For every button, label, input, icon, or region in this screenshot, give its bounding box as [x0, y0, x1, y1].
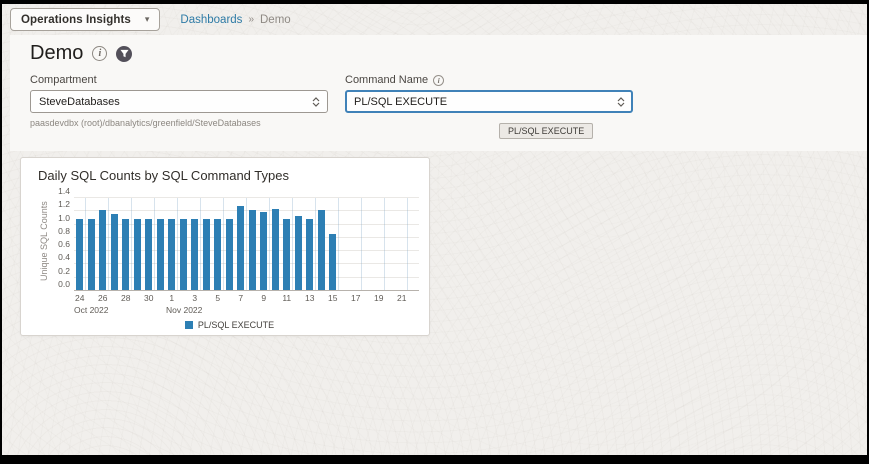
vertical-gridline [200, 198, 201, 290]
daily-sql-counts-chart-card: Daily SQL Counts by SQL Command Types Un… [20, 157, 430, 336]
y-tick-label: 1.0 [58, 213, 70, 223]
filter-icon[interactable] [116, 46, 132, 62]
vertical-gridline [85, 198, 86, 290]
bar-nov-7[interactable] [237, 206, 244, 290]
vertical-gridline [292, 198, 293, 290]
bar-oct-31[interactable] [157, 219, 164, 290]
bar-nov-13[interactable] [306, 219, 313, 290]
x-tick-label: 3 [192, 293, 197, 303]
x-tick-label: 5 [215, 293, 220, 303]
compartment-label: Compartment [30, 74, 328, 86]
vertical-gridline [315, 198, 316, 290]
x-tick-label: 19 [374, 293, 383, 303]
vertical-gridline [384, 198, 385, 290]
vertical-gridline [154, 198, 155, 290]
vertical-gridline [338, 198, 339, 290]
bar-nov-4[interactable] [203, 219, 210, 290]
command-name-info-icon[interactable]: i [433, 75, 444, 86]
chart-plot [74, 198, 419, 291]
vertical-gridline [269, 198, 270, 290]
command-name-tooltip: PL/SQL EXECUTE [499, 123, 593, 139]
x-month-label: Nov 2022 [166, 305, 202, 315]
y-axis-ticks: 0.00.20.40.60.81.01.21.4 [50, 191, 74, 291]
x-tick-label: 1 [169, 293, 174, 303]
x-tick-label: 28 [121, 293, 130, 303]
x-axis-ticks: 2426283013579111315171921 [74, 293, 419, 305]
chevron-down-icon: ▾ [145, 15, 150, 24]
y-tick-label: 0.2 [58, 266, 70, 276]
bar-oct-25[interactable] [88, 219, 95, 290]
breadcrumb-current: Demo [260, 14, 291, 26]
page-title: Demo [30, 42, 83, 65]
x-tick-label: 9 [261, 293, 266, 303]
command-name-label: Command Name [345, 74, 428, 86]
bar-oct-26[interactable] [99, 210, 106, 290]
x-tick-label: 7 [238, 293, 243, 303]
compartment-select[interactable]: SteveDatabases [30, 90, 328, 113]
y-tick-label: 0.4 [58, 252, 70, 262]
x-tick-label: 13 [305, 293, 314, 303]
bar-oct-30[interactable] [145, 219, 152, 290]
bar-oct-27[interactable] [111, 214, 118, 290]
legend-label: PL/SQL EXECUTE [198, 320, 274, 330]
x-tick-label: 21 [397, 293, 406, 303]
breadcrumb-dashboards-link[interactable]: Dashboards [180, 14, 242, 26]
x-tick-label: 30 [144, 293, 153, 303]
y-axis-title: Unique SQL Counts [38, 191, 50, 291]
vertical-gridline [407, 198, 408, 290]
select-stepper-icon [617, 97, 625, 107]
command-name-select[interactable]: PL/SQL EXECUTE [345, 90, 633, 113]
x-month-label: Oct 2022 [74, 305, 109, 315]
legend-swatch [185, 321, 193, 329]
bar-nov-3[interactable] [191, 219, 198, 290]
command-name-value: PL/SQL EXECUTE [354, 96, 447, 108]
vertical-gridline [131, 198, 132, 290]
vertical-gridline [223, 198, 224, 290]
bar-nov-2[interactable] [180, 219, 187, 290]
bar-nov-9[interactable] [260, 212, 267, 290]
vertical-gridline [108, 198, 109, 290]
bar-oct-24[interactable] [76, 219, 83, 290]
x-tick-label: 15 [328, 293, 337, 303]
info-icon[interactable]: i [92, 46, 107, 61]
y-tick-label: 1.2 [58, 199, 70, 209]
breadcrumb-separator-icon: » [248, 14, 254, 25]
x-tick-label: 24 [75, 293, 84, 303]
gridline [74, 290, 419, 291]
bar-nov-14[interactable] [318, 210, 325, 290]
bar-nov-6[interactable] [226, 219, 233, 290]
vertical-gridline [246, 198, 247, 290]
vertical-gridline [177, 198, 178, 290]
x-tick-label: 17 [351, 293, 360, 303]
compartment-path-helper: paasdevdbx (root)/dbanalytics/greenfield… [30, 118, 328, 128]
bar-nov-10[interactable] [272, 209, 279, 290]
app-switcher-label: Operations Insights [21, 14, 131, 26]
bar-nov-8[interactable] [249, 210, 256, 290]
dashboard-content: Daily SQL Counts by SQL Command Types Un… [2, 151, 867, 336]
bar-nov-5[interactable] [214, 219, 221, 290]
app-switcher-dropdown[interactable]: Operations Insights ▾ [10, 8, 160, 31]
bar-nov-12[interactable] [295, 216, 302, 290]
y-tick-label: 0.6 [58, 239, 70, 249]
app-window: Operations Insights ▾ Dashboards » Demo … [2, 4, 867, 455]
chart-title: Daily SQL Counts by SQL Command Types [38, 168, 421, 183]
vertical-gridline [361, 198, 362, 290]
y-tick-label: 0.8 [58, 226, 70, 236]
bar-nov-11[interactable] [283, 219, 290, 290]
breadcrumb: Dashboards » Demo [180, 14, 290, 26]
x-tick-label: 26 [98, 293, 107, 303]
y-tick-label: 1.4 [58, 186, 70, 196]
x-axis-month-labels: Oct 2022 Nov 2022 [74, 305, 419, 316]
page-header: Demo i Compartment SteveDatabases paasde… [10, 35, 867, 151]
bar-nov-1[interactable] [168, 219, 175, 290]
top-bar: Operations Insights ▾ Dashboards » Demo [2, 4, 867, 35]
compartment-value: SteveDatabases [39, 96, 120, 108]
select-stepper-icon [312, 97, 320, 107]
bar-oct-29[interactable] [134, 219, 141, 290]
chart-legend: PL/SQL EXECUTE [38, 320, 421, 330]
bar-nov-15[interactable] [329, 234, 336, 290]
bar-oct-28[interactable] [122, 219, 129, 290]
y-tick-label: 0.0 [58, 279, 70, 289]
x-tick-label: 11 [282, 293, 291, 303]
